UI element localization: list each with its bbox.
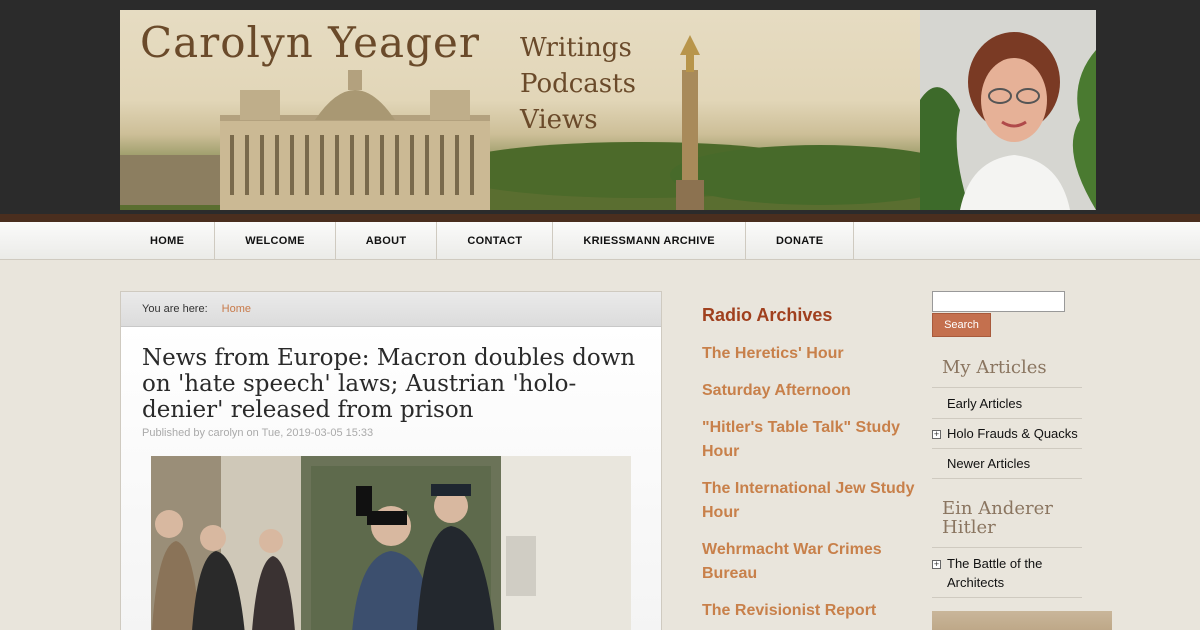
main-nav: HOME WELCOME ABOUT CONTACT KRIESSMANN AR… [0, 222, 1200, 260]
nav-item-donate[interactable]: DONATE [746, 222, 855, 260]
nav-item-welcome[interactable]: WELCOME [215, 222, 336, 260]
my-articles-heading: My Articles [942, 357, 1047, 378]
sidebar-divider [932, 597, 1082, 598]
expand-plus-icon[interactable]: + [932, 560, 941, 569]
article-byline: Published by carolyn on Tue, 2019-03-05 … [142, 427, 374, 439]
nav-item-kriessmann-archive[interactable]: KRIESSMANN ARCHIVE [553, 222, 746, 260]
article-panel: You are here: Home News from Europe: Mac… [120, 291, 662, 630]
tagline-podcasts: Podcasts [520, 69, 636, 99]
article-title[interactable]: News from Europe: Macron doubles down on… [142, 345, 641, 423]
nav-item-about[interactable]: ABOUT [336, 222, 438, 260]
sidebar-divider [932, 387, 1082, 388]
nav-label: DONATE [775, 235, 824, 247]
header-divider [0, 214, 1200, 222]
sidebar-divider [932, 478, 1082, 479]
sidebar-item-battle-of-architects[interactable]: The Battle of the Architects [947, 554, 1067, 592]
expand-plus-icon[interactable]: + [932, 430, 941, 439]
nav-label: ABOUT [365, 235, 407, 247]
nav-label: WELCOME [245, 235, 305, 247]
author-portrait [920, 10, 1096, 210]
radio-link-saturday-afternoon[interactable]: Saturday Afternoon [702, 379, 922, 403]
radio-archives: Radio Archives The Heretics' Hour Saturd… [702, 305, 922, 630]
book-cover-image[interactable] [932, 611, 1112, 630]
site-banner[interactable]: Carolyn Yeager Writings Podcasts Views [120, 10, 920, 210]
prison-release-image [151, 456, 631, 630]
radio-archives-heading[interactable]: Radio Archives [702, 305, 922, 326]
tagline-views: Views [520, 105, 598, 135]
nav-label: HOME [150, 235, 185, 247]
nav-item-contact[interactable]: CONTACT [437, 222, 554, 260]
nav-label: CONTACT [467, 235, 523, 247]
radio-link-wehrmacht-war-crimes[interactable]: Wehrmacht War Crimes Bureau [702, 538, 922, 586]
sidebar-divider [932, 418, 1082, 419]
nav-item-home[interactable]: HOME [120, 222, 216, 260]
breadcrumb: You are here: Home [121, 292, 661, 327]
nav-label: KRIESSMANN ARCHIVE [583, 235, 715, 247]
sidebar-divider [932, 448, 1082, 449]
breadcrumb-label: You are here: [142, 303, 208, 315]
sidebar-item-early-articles[interactable]: Early Articles [947, 394, 1087, 413]
breadcrumb-home-link[interactable]: Home [222, 303, 251, 315]
sidebar-item-newer-articles[interactable]: Newer Articles [947, 454, 1087, 473]
sidebar-divider [932, 547, 1082, 548]
radio-link-revisionist-report[interactable]: The Revisionist Report [702, 599, 922, 623]
portrait-image [920, 10, 1096, 210]
site-tagline: Writings Podcasts Views [520, 30, 636, 138]
radio-link-hitlers-table-talk[interactable]: "Hitler's Table Talk" Study Hour [702, 416, 922, 464]
search-input[interactable] [932, 291, 1065, 312]
tagline-writings: Writings [520, 33, 632, 63]
search-button[interactable]: Search [932, 313, 991, 337]
radio-link-heretics-hour[interactable]: The Heretics' Hour [702, 342, 922, 366]
radio-link-international-jew[interactable]: The International Jew Study Hour [702, 477, 922, 525]
site-title[interactable]: Carolyn Yeager [140, 18, 480, 67]
ein-anderer-hitler-heading: Ein Anderer Hitler [942, 498, 1053, 538]
article-photo [151, 456, 631, 630]
sidebar-item-holo-frauds[interactable]: Holo Frauds & Quacks [947, 424, 1087, 443]
